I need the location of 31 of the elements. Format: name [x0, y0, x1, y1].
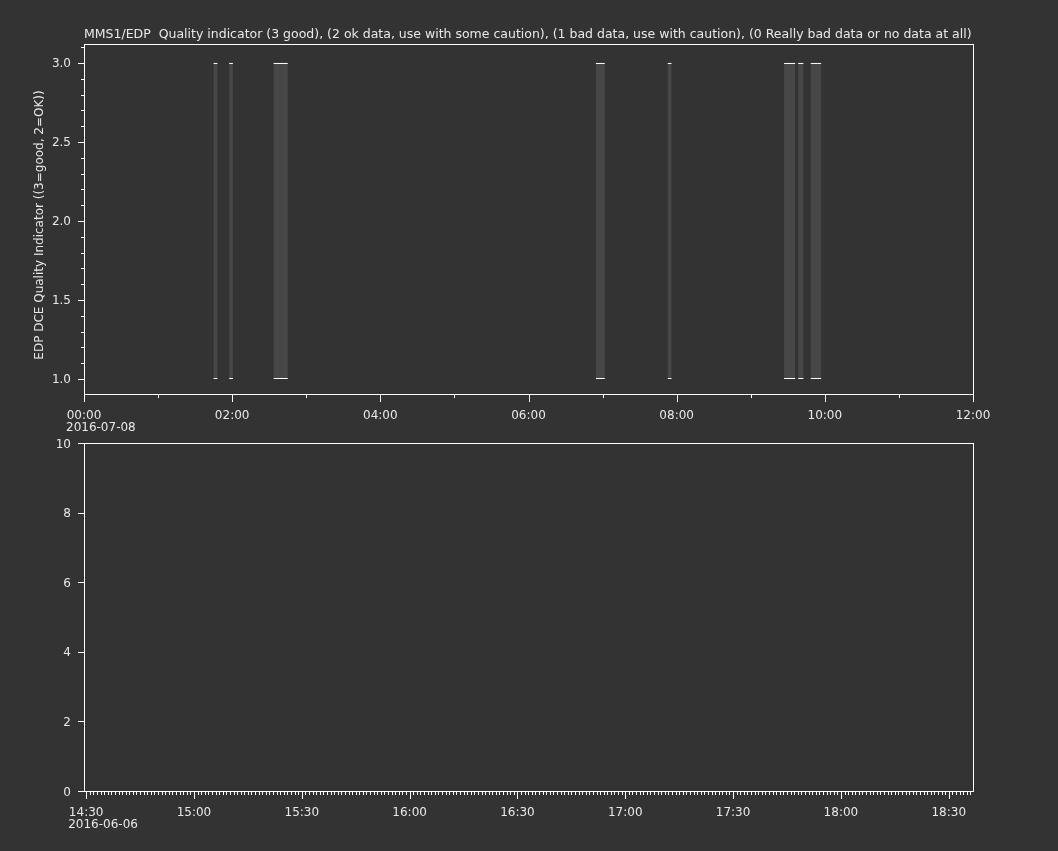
- date-label: 2016-06-06: [68, 817, 138, 831]
- tick-label: 06:00: [511, 408, 546, 422]
- tick-label: 16:30: [500, 805, 535, 819]
- tick-label: 4: [63, 645, 71, 660]
- date-label: 2016-07-08: [66, 420, 136, 434]
- tick-label: 17:00: [607, 805, 643, 819]
- tick-label: 16:00: [392, 805, 427, 819]
- tick-label: 8: [63, 506, 71, 521]
- tick-label: 15:30: [284, 805, 320, 819]
- tick-label: 10:00: [807, 408, 843, 422]
- tick-label: 08:00: [659, 408, 694, 422]
- tick-label: 2: [63, 714, 71, 729]
- tick-label: 10: [55, 437, 71, 451]
- tick-label: 1.5: [51, 293, 71, 308]
- tick-label: 18:00: [823, 805, 859, 819]
- tick-label: 02:00: [214, 408, 250, 422]
- tick-label: 2.5: [51, 135, 71, 150]
- tick-label: 1.0: [51, 372, 71, 387]
- tick-label: 2.0: [51, 214, 71, 229]
- tick-label: 04:00: [363, 408, 398, 422]
- chart-title: MMS1/EDP Quality indicator (3 good), (2 ok data, use with some caution), (1 bad data, use with caution), (0 Really bad data or no data at all): [84, 26, 972, 41]
- tick-label: 6: [63, 575, 71, 590]
- tick-label: 15:00: [176, 805, 212, 819]
- tick-label: 18:30: [931, 805, 967, 819]
- tick-label: 00:00: [66, 408, 102, 422]
- tick-label: 3.0: [51, 56, 71, 71]
- y-axis-label: EDP DCE Quality Indicator ((3=good, 2=OK)): [32, 90, 46, 360]
- tick-label: 12:00: [955, 408, 991, 422]
- tick-label: 17:30: [715, 805, 751, 819]
- tick-label: 14:30: [68, 805, 104, 819]
- tick-label: 0: [63, 784, 71, 799]
